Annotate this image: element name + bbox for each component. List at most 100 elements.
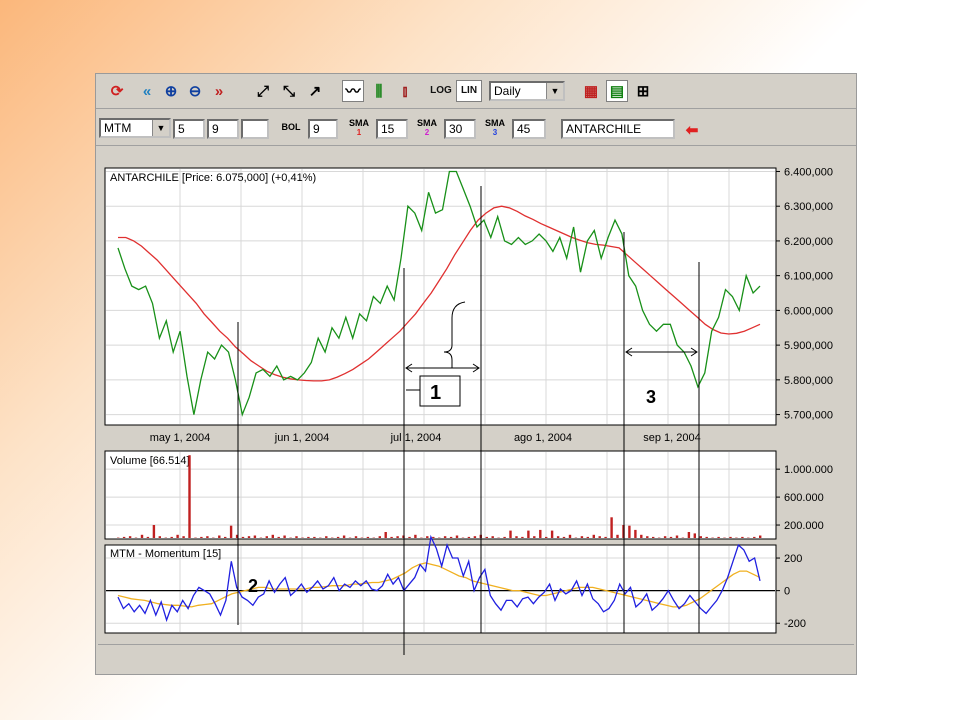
volume-bar (539, 529, 542, 538)
y-tick-label: 200.000 (784, 520, 824, 532)
volume-bar (390, 536, 393, 538)
volume-bar (313, 536, 316, 538)
volume-bar (610, 517, 613, 538)
y-tick-label: 6.200,000 (784, 236, 833, 248)
volume-bar (717, 536, 720, 538)
price-chart-title: ANTARCHILE [Price: 6.075,000] (+0,41%) (110, 172, 316, 184)
y-tick-label: 6.000,000 (784, 305, 833, 317)
y-tick-label: 5.800,000 (784, 375, 833, 387)
y-tick-label: 1.000.000 (784, 464, 833, 476)
volume-bar (729, 536, 732, 538)
volume-bar (580, 536, 584, 538)
volume-bar (705, 536, 708, 538)
volume-bar (485, 536, 488, 538)
annotation-label-2: 2 (248, 576, 258, 596)
volume-bar (146, 536, 150, 538)
price-panel: ANTARCHILE [Price: 6.075,000] (+0,41%) 6… (104, 166, 833, 444)
chart-canvas: ANTARCHILE [Price: 6.075,000] (+0,41%) 6… (104, 166, 833, 655)
momentum-chart-title: MTM - Momentum [15] (110, 548, 221, 560)
volume-bar (663, 536, 667, 538)
volume-bar (152, 525, 156, 538)
volume-bar (509, 530, 512, 538)
volume-bar (241, 536, 245, 538)
volume-bar (206, 536, 209, 538)
volume-bar (586, 536, 589, 538)
volume-bar (634, 529, 637, 538)
volume-bar (687, 532, 691, 538)
volume-bar (449, 536, 453, 538)
volume-bar (158, 536, 161, 538)
volume-bar (693, 533, 696, 538)
volume-bar (176, 534, 179, 538)
volume-bar (515, 536, 518, 538)
volume-bar (652, 536, 655, 538)
volume-bar (568, 534, 572, 538)
volume-bar (265, 536, 268, 538)
volume-bar (218, 535, 221, 538)
volume-bar (336, 536, 340, 538)
volume-bar (443, 536, 447, 538)
volume-bar (247, 536, 251, 538)
y-tick-label: 200 (784, 553, 802, 565)
volume-bar (533, 536, 536, 538)
volume-bar (200, 536, 203, 538)
volume-bar (741, 536, 744, 538)
volume-bar (521, 536, 524, 538)
y-tick-label: 5.700,000 (784, 410, 833, 422)
volume-bar (545, 536, 548, 538)
volume-bar (675, 535, 679, 538)
x-tick-label: sep 1, 2004 (643, 432, 701, 444)
volume-bar (140, 534, 144, 538)
volume-bar (128, 536, 132, 538)
y-tick-label: 5.900,000 (784, 340, 833, 352)
volume-bar (550, 530, 554, 538)
volume-bar (229, 525, 233, 538)
volume-bar (283, 535, 286, 538)
volume-bar (170, 536, 173, 538)
volume-bar (414, 534, 417, 538)
y-tick-label: 6.100,000 (784, 271, 833, 283)
volume-bar (598, 536, 601, 538)
x-tick-label: ago 1, 2004 (514, 432, 572, 444)
volume-bar (592, 534, 595, 538)
volume-bar (432, 536, 435, 538)
volume-bar (646, 536, 649, 538)
volume-bar (307, 536, 310, 538)
volume-bar (182, 536, 185, 538)
volume-bar (604, 536, 607, 538)
annotation-label-3: 3 (646, 387, 656, 407)
y-tick-label: 600.000 (784, 492, 824, 504)
momentum-panel: MTM - Momentum [15] 200 0 -200 (104, 534, 806, 634)
volume-chart-title: Volume [66.514] (110, 455, 190, 467)
volume-bar (354, 536, 358, 538)
volume-bar (271, 534, 274, 538)
volume-bar (396, 536, 399, 538)
volume-bar (408, 536, 411, 538)
y-tick-label: 6.400,000 (784, 166, 833, 178)
y-tick-label: -200 (784, 618, 806, 630)
volume-bar (378, 536, 381, 538)
volume-bar (616, 534, 619, 538)
volume-bar (342, 535, 346, 538)
volume-bar (455, 535, 459, 538)
volume-bar (384, 532, 387, 538)
volume-bar (366, 536, 370, 538)
volume-bar (122, 536, 126, 538)
volume-bar (753, 536, 756, 538)
volume-panel: Volume [66.514] 1.000.000 600.000 200.000 (104, 450, 833, 540)
volume-bar (467, 536, 471, 538)
volume-bar (628, 525, 631, 538)
volume-bar (491, 536, 494, 538)
volume-bar (640, 534, 643, 538)
y-tick-label: 0 (784, 586, 790, 598)
volume-bar (426, 536, 429, 538)
volume-bar (295, 536, 298, 538)
volume-bar (277, 536, 280, 538)
volume-bar (669, 536, 673, 538)
volume-bar (699, 536, 702, 538)
y-tick-label: 6.300,000 (784, 201, 833, 213)
volume-bar (473, 536, 477, 538)
annotation-label-1: 1 (430, 382, 441, 404)
volume-bar (253, 535, 257, 538)
x-tick-label: jul 1, 2004 (390, 432, 442, 444)
